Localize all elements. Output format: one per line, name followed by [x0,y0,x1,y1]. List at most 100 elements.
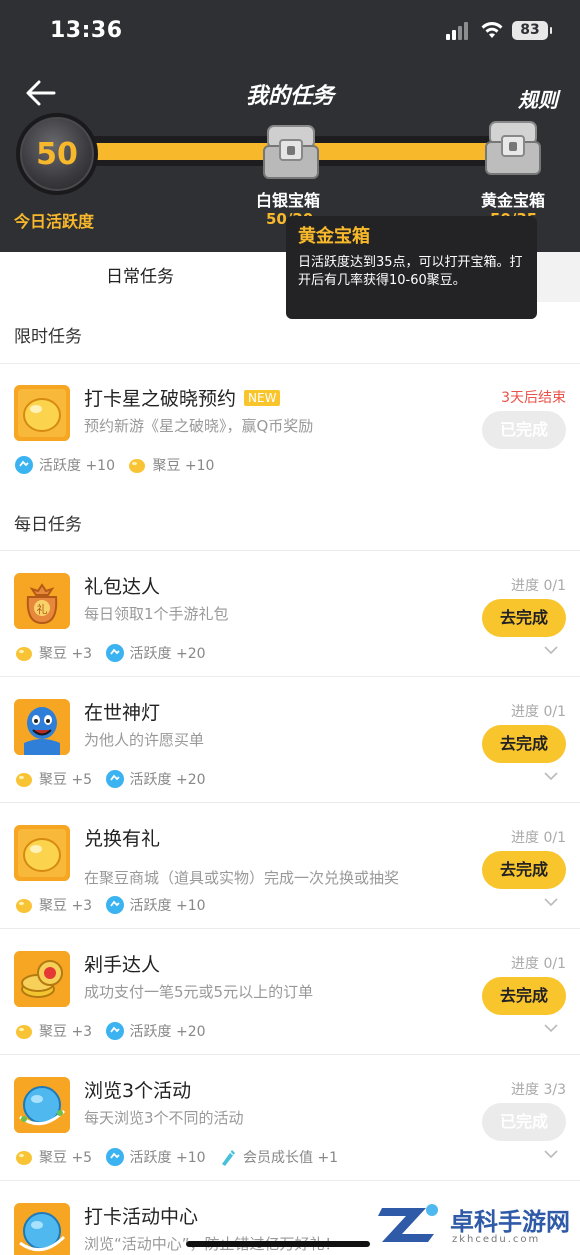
new-badge: NEW [244,390,281,406]
go-complete-button[interactable]: 去完成 [482,599,566,637]
task-item-exchange: 兑换有礼 在聚豆商城（道具或实物）完成一次兑换或抽奖 进度 0/1 去完成 聚豆… [0,825,580,925]
activity-icon [15,456,33,474]
site-watermark: 卓科手游网 zkhcedu.com [374,1196,580,1255]
completed-button[interactable]: 已完成 [482,411,566,449]
chevron-down-icon[interactable] [544,645,558,655]
gold-chest-name: 黄金宝箱 [481,191,546,210]
reward-activity: 活跃度 +20 [105,1021,206,1041]
chevron-down-icon[interactable] [544,897,558,907]
tooltip-title: 黄金宝箱 [298,226,370,247]
task-title: 兑换有礼 [84,828,161,850]
task-progress: 进度 0/1 [511,578,566,594]
chevron-down-icon[interactable] [544,1149,558,1159]
task-progress: 进度 0/1 [511,956,566,972]
chevron-down-icon[interactable] [544,771,558,781]
genie-icon [14,699,70,755]
task-desc: 每日领取1个手游礼包 [84,605,229,623]
bean-icon [14,825,70,881]
divider [0,802,580,803]
task-title: 剁手达人 [84,954,161,976]
bean-icon [129,459,146,473]
globe-icon [14,1077,70,1133]
reward-text: 活跃度 +10 [129,898,206,914]
task-rewards: 聚豆 +3 活跃度 +20 [14,643,214,663]
reward-activity: 活跃度 +10 [105,1147,206,1167]
task-progress: 进度 3/3 [511,1082,566,1098]
svg-text:礼: 礼 [37,602,48,616]
reward-text: 活跃度 +20 [129,772,206,788]
reward-text: 活跃度 +10 [39,458,115,474]
task-rewards: 聚豆 +3 活跃度 +10 [14,895,214,915]
task-desc: 预约新游《星之破晓》，赢Q币奖励 [84,417,314,435]
silver-chest-icon[interactable] [262,124,320,180]
task-rewards: 聚豆 +5 活跃度 +10 会员成长值 +1 [14,1147,346,1167]
task-item-gift: 礼 礼包达人 每日领取1个手游礼包 进度 0/1 去完成 聚豆 +3 活跃度 +… [0,573,580,673]
go-complete-button[interactable]: 去完成 [482,977,566,1015]
watermark-logo-icon [378,1204,438,1242]
gift-bag-icon: 礼 [14,573,70,629]
reward-bean: 聚豆 +5 [14,769,92,789]
go-complete-button[interactable]: 去完成 [482,725,566,763]
tab-inactive-area[interactable] [536,252,580,302]
task-desc: 成功支付一笔5元或5元以上的订单 [84,983,314,1001]
bean-icon [16,773,32,787]
globe-icon [14,1203,70,1255]
header: 13:36 83 我的任务 规则 50 今日活跃度 白银宝箱 黄金宝箱 50/2… [0,0,580,252]
reward-activity: 活跃度 +20 [105,643,206,663]
reward-activity: 活跃度 +10 [14,455,115,475]
task-rewards: 聚豆 +3 活跃度 +20 [14,1021,214,1041]
section-title-limited: 限时任务 [14,327,82,347]
activity-value: 50 [36,137,78,172]
task-item-browse: 浏览3个活动 每天浏览3个不同的活动 进度 3/3 已完成 聚豆 +5 活跃度 … [0,1077,580,1177]
activity-label: 今日活跃度 [14,212,95,231]
task-title-text: 打卡星之破晓预约 [84,388,237,410]
divider [0,1180,580,1181]
task-title: 在世神灯 [84,702,161,724]
go-complete-button[interactable]: 去完成 [482,851,566,889]
watermark-name: 卓科手游网 [450,1207,570,1236]
gold-chest-icon[interactable] [484,120,542,176]
rules-link[interactable]: 规则 [518,84,558,113]
reward-activity: 活跃度 +20 [105,769,206,789]
reward-text: 聚豆 +3 [39,898,93,914]
task-progress: 进度 0/1 [511,830,566,846]
wifi-icon [481,22,503,38]
coins-icon [14,951,70,1007]
task-deadline: 3天后结束 [501,390,566,406]
chevron-down-icon[interactable] [544,1023,558,1033]
divider [0,928,580,929]
reward-bean: 聚豆 +3 [14,1021,92,1041]
divider [0,550,580,551]
task-title: 打卡星之破晓预约 NEW [84,384,281,411]
limited-task-item: 打卡星之破晓预约 NEW 预约新游《星之破晓》，赢Q币奖励 3天后结束 已完成 活… [0,385,580,480]
completed-button[interactable]: 已完成 [482,1103,566,1141]
reward-bean: 聚豆 +3 [14,895,92,915]
status-bar: 13:36 83 [0,0,580,62]
reward-text: 会员成长值 +1 [243,1150,339,1166]
status-time: 13:36 [50,18,123,43]
tooltip-text: 日活跃度达到35点，可以打开宝箱。打开后有几率获得10-60聚豆。 [298,255,523,288]
activity-icon [105,1022,124,1040]
task-title: 礼包达人 [84,576,161,598]
gold-chest-tooltip: 黄金宝箱 日活跃度达到35点，可以打开宝箱。打开后有几率获得10-60聚豆。 [286,216,537,319]
task-desc: 在聚豆商城（道具或实物）完成一次兑换或抽奖 [84,869,400,887]
reward-text: 聚豆 +3 [39,1024,93,1040]
reward-bean: 聚豆 +10 [127,455,214,475]
reward-text: 聚豆 +5 [39,1150,93,1166]
task-rewards: 聚豆 +5 活跃度 +20 [14,769,214,789]
reward-activity: 活跃度 +10 [105,895,206,915]
reward-bean: 聚豆 +3 [14,643,92,663]
task-desc: 为他人的许愿买单 [84,731,205,749]
page-title: 我的任务 [245,84,334,109]
activity-icon [105,896,124,914]
home-indicator [186,1241,370,1247]
task-rewards: 活跃度 +10 聚豆 +10 [14,455,222,475]
reward-text: 聚豆 +5 [39,772,93,788]
tab-daily-tasks[interactable]: 日常任务 [106,252,174,302]
bean-icon [16,1025,32,1039]
task-title: 浏览3个活动 [84,1080,192,1102]
task-item-genie: 在世神灯 为他人的许愿买单 进度 0/1 去完成 聚豆 +5 活跃度 +20 [0,699,580,799]
reward-text: 活跃度 +10 [129,1150,206,1166]
divider [0,363,580,364]
reward-text: 聚豆 +3 [39,646,93,662]
